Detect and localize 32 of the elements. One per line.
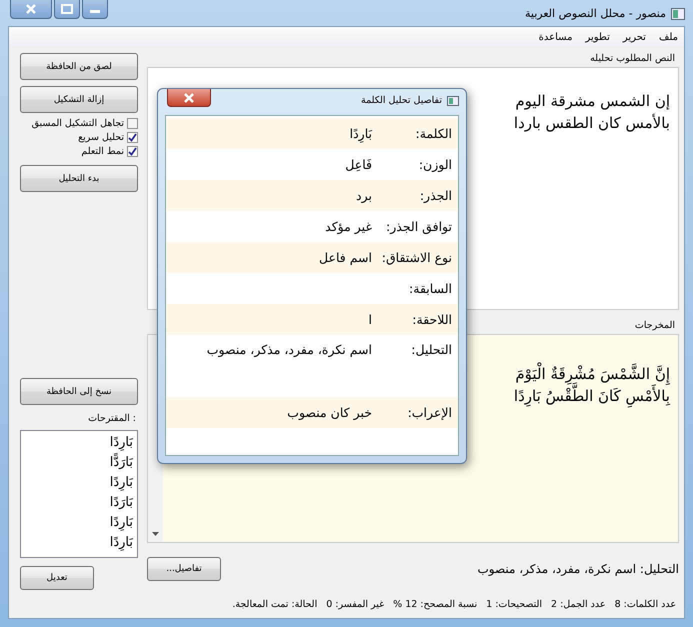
window-title: منصور - محلل النصوص العربية — [525, 7, 666, 20]
status-text: عدد الكلمات: 8 — [614, 598, 676, 610]
field-value: خبر كان منصوب — [287, 405, 372, 420]
status-text: نسبة المصحح: 12 % — [393, 598, 478, 610]
field-label: الإعراب: — [406, 405, 452, 420]
checkbox-label: نمط التعلم — [81, 146, 124, 157]
field-value: بَارِدًا — [350, 126, 372, 141]
output-label: المخرجات — [634, 320, 676, 333]
field-label: التحليل: — [410, 342, 452, 359]
field-label: السابقة: — [408, 281, 452, 296]
checkbox-label: تجاهل التشكيل المسبق — [32, 118, 124, 129]
field-label: نوع الاشتقاق: — [380, 250, 452, 265]
checkbox-label: تحليل سريع — [78, 132, 124, 143]
status-text: عدد الجمل: 2 — [551, 598, 606, 610]
status-text: الحالة: تمت المعالجة. — [232, 598, 318, 610]
analysis-text: التحليل: اسم نكرة، مفرد، مذكر، منصوب — [478, 562, 679, 576]
field-label: اللاحقة: — [411, 312, 452, 327]
field-value: اسم نكرة، مفرد، مذكر، منصوب — [206, 342, 372, 357]
field-value: برد — [356, 188, 372, 203]
field-label: الجذر: — [418, 188, 452, 203]
field-label: توافق الجذر: — [385, 219, 452, 234]
field-value: ا — [368, 312, 372, 327]
input-label: النص المطلوب تحليله — [589, 53, 676, 66]
suggestions-label: المقترحات : — [88, 413, 136, 424]
field-label: الكلمة: — [414, 126, 452, 141]
field-value: فَاعِل — [345, 157, 372, 172]
dialog-title: تفاصيل تحليل الكلمة — [360, 95, 442, 106]
status-text: التصحيحات: 1 — [486, 598, 542, 610]
status-text: غير المفسر: 0 — [326, 598, 384, 610]
field-label: الوزن: — [418, 157, 452, 172]
field-value: غير مؤكد — [325, 219, 372, 234]
field-value: اسم فاعل — [319, 250, 372, 265]
